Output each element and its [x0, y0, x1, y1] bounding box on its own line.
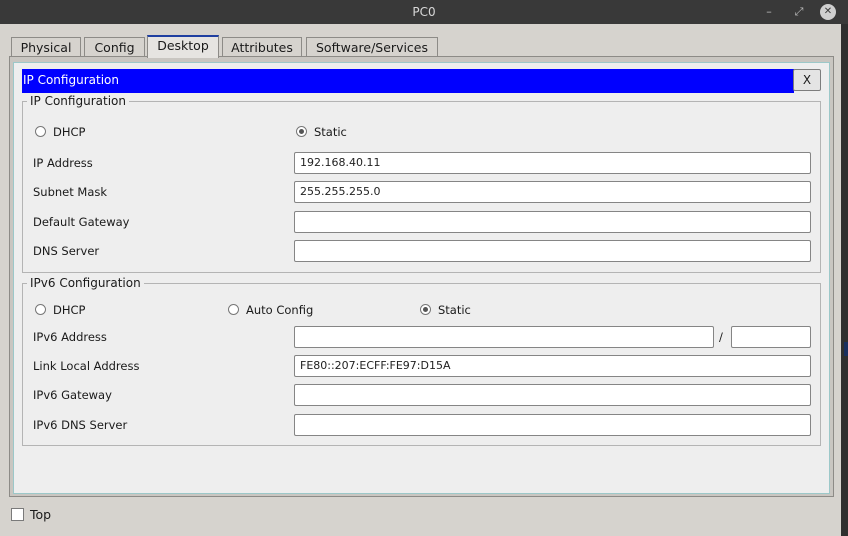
- ipv6-static-label: Static: [438, 303, 471, 317]
- dns-server-label: DNS Server: [33, 244, 100, 258]
- default-gateway-field[interactable]: [294, 211, 811, 233]
- ipv6-dhcp-radio[interactable]: [35, 304, 46, 315]
- subnet-mask-field[interactable]: 255.255.255.0: [294, 181, 811, 203]
- ipv6-auto-config-radio[interactable]: [228, 304, 239, 315]
- ipv6-address-label: IPv6 Address: [33, 330, 107, 344]
- ipv6-auto-config-label: Auto Config: [246, 303, 314, 317]
- top-checkbox-label: Top: [30, 507, 52, 522]
- ipv4-dhcp-radio[interactable]: [35, 126, 46, 137]
- ipv6-dhcp-label: DHCP: [53, 303, 86, 317]
- ipv6-gateway-field[interactable]: [294, 384, 811, 406]
- ipv6-prefix-length-field[interactable]: [731, 326, 811, 348]
- close-window-icon[interactable]: ✕: [820, 4, 836, 20]
- window-title: PC0: [412, 5, 436, 19]
- app-header-title: IP Configuration: [22, 69, 794, 93]
- ipv4-static-radio[interactable]: [296, 126, 307, 137]
- link-local-address-label: Link Local Address: [33, 359, 140, 373]
- app-close-button[interactable]: X: [793, 69, 821, 91]
- tab-desktop[interactable]: Desktop: [147, 35, 219, 58]
- ipv4-dhcp-label: DHCP: [53, 125, 86, 139]
- tab-physical[interactable]: Physical: [11, 37, 81, 57]
- dns-server-field[interactable]: [294, 240, 811, 262]
- ip-address-label: IP Address: [33, 156, 93, 170]
- tab-attributes[interactable]: Attributes: [222, 37, 302, 57]
- top-checkbox[interactable]: [11, 508, 24, 521]
- subnet-mask-label: Subnet Mask: [33, 185, 108, 199]
- minimize-icon[interactable]: –: [761, 4, 777, 20]
- ipv6-dns-server-field[interactable]: [294, 414, 811, 436]
- prefix-separator: /: [719, 330, 723, 344]
- desktop-background-edge: [841, 24, 848, 536]
- default-gateway-label: Default Gateway: [33, 215, 130, 229]
- tab-software-services[interactable]: Software/Services: [306, 37, 438, 57]
- link-local-address-field[interactable]: FE80::207:ECFF:FE97:D15A: [294, 355, 811, 377]
- ipv6-address-field[interactable]: [294, 326, 714, 348]
- ipv6-static-radio[interactable]: [420, 304, 431, 315]
- restore-icon[interactable]: ⤢: [791, 4, 807, 20]
- desktop-background-mark: [844, 342, 848, 356]
- ipv6-dns-server-label: IPv6 DNS Server: [33, 418, 128, 432]
- ip-address-field[interactable]: 192.168.40.11: [294, 152, 811, 174]
- tab-config[interactable]: Config: [84, 37, 145, 57]
- ipv4-static-label: Static: [314, 125, 347, 139]
- ipv4-group-label: IP Configuration: [27, 94, 129, 108]
- ipv6-group-label: IPv6 Configuration: [27, 276, 144, 290]
- ipv6-gateway-label: IPv6 Gateway: [33, 388, 112, 402]
